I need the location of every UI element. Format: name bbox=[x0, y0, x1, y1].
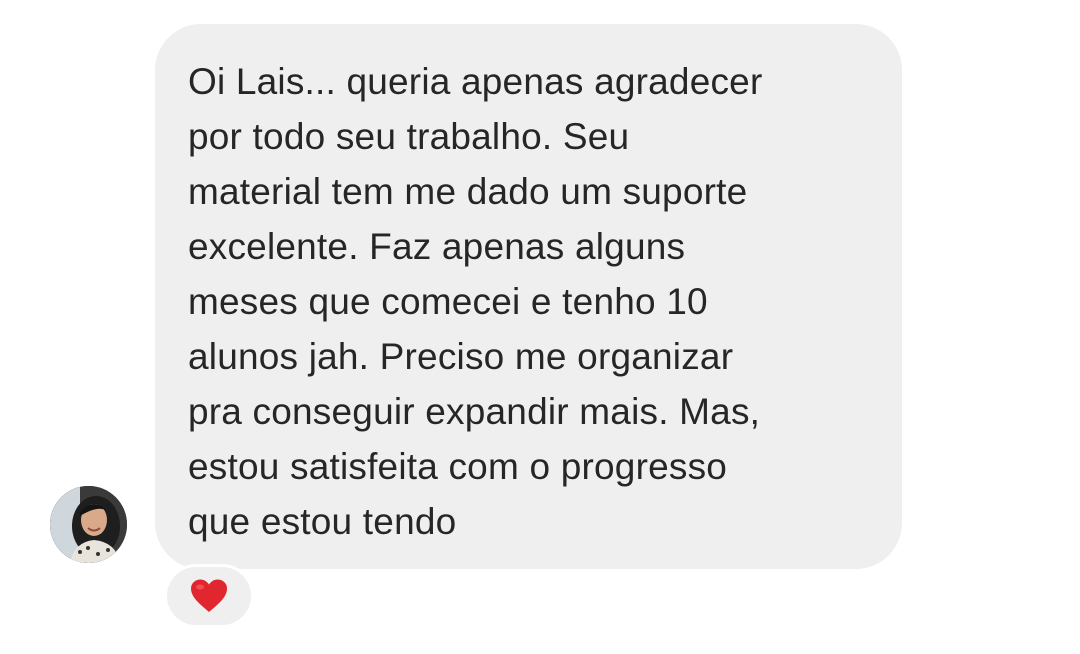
message-line: por todo seu trabalho. Seu bbox=[188, 116, 630, 157]
message-line: alunos jah. Preciso me organizar bbox=[188, 336, 734, 377]
avatar-photo bbox=[50, 486, 127, 563]
message-line: material tem me dado um suporte bbox=[188, 171, 748, 212]
message-line: excelente. Faz apenas alguns bbox=[188, 226, 686, 267]
message-line: que estou tendo bbox=[188, 501, 457, 542]
message-bubble[interactable]: Oi Lais... queria apenas agradecer por t… bbox=[155, 24, 902, 569]
reaction-badge[interactable] bbox=[164, 564, 254, 628]
message-line: estou satisfeita com o progresso bbox=[188, 446, 728, 487]
message-line: Oi Lais... queria apenas agradecer bbox=[188, 61, 763, 102]
chat-screen: Oi Lais... queria apenas agradecer por t… bbox=[0, 0, 1080, 654]
sender-avatar[interactable] bbox=[50, 486, 127, 563]
heart-icon bbox=[191, 579, 227, 612]
message-line: meses que comecei e tenho 10 bbox=[188, 281, 708, 322]
message-line: pra conseguir expandir mais. Mas, bbox=[188, 391, 761, 432]
message-text: Oi Lais... queria apenas agradecer por t… bbox=[188, 54, 882, 549]
